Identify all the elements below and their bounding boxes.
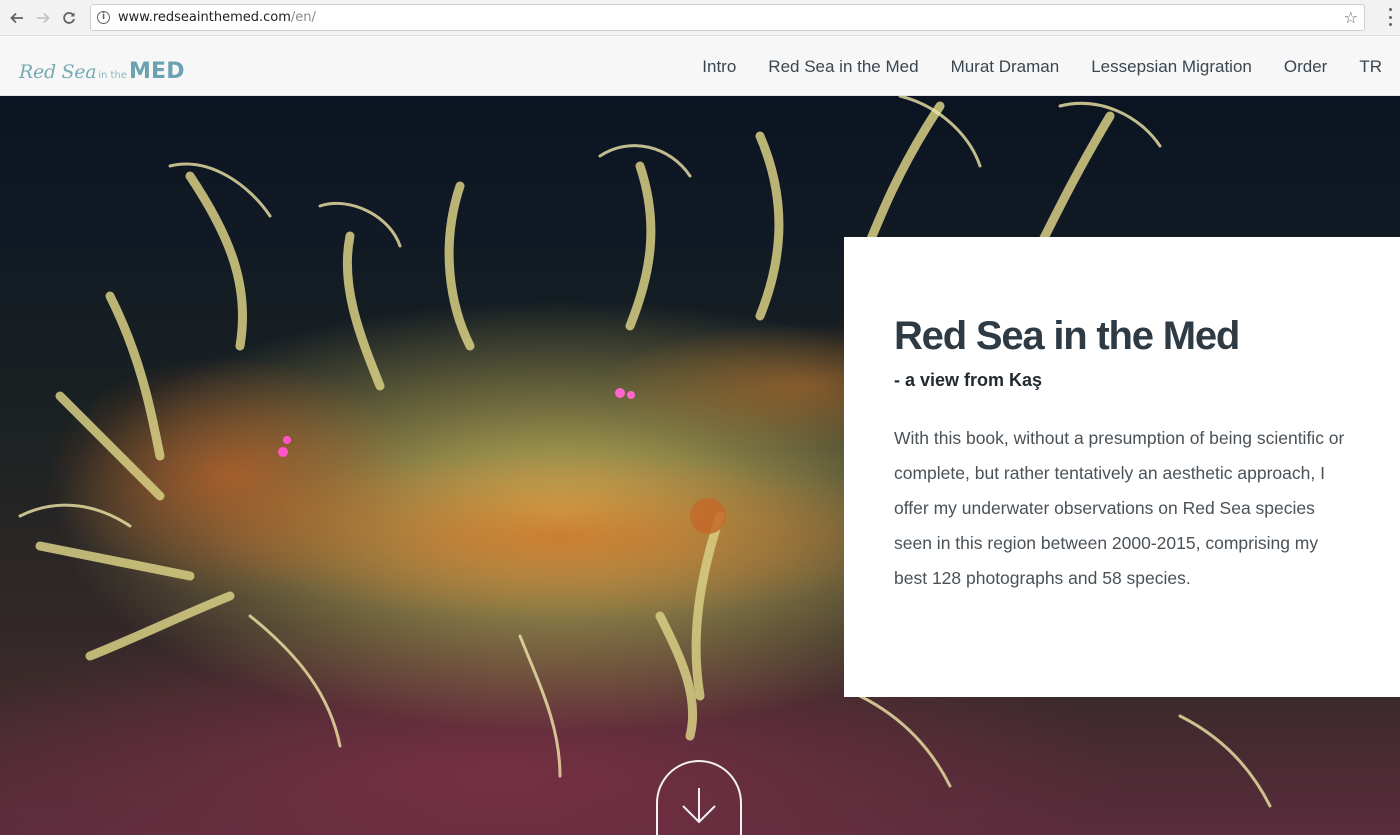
logo-red-sea: Red Sea: [19, 61, 97, 83]
forward-icon[interactable]: [32, 7, 54, 29]
nav-item-murat-draman[interactable]: Murat Draman: [951, 57, 1060, 77]
bookmark-star-icon[interactable]: ☆: [1344, 8, 1358, 27]
browser-menu-icon[interactable]: [1388, 8, 1392, 26]
back-icon[interactable]: [6, 7, 28, 29]
url-path: /en/: [290, 10, 316, 25]
site-logo[interactable]: Red Sea in theMED: [19, 59, 185, 84]
nav-item-red-sea-in-the-med[interactable]: Red Sea in the Med: [768, 57, 918, 77]
arrow-down-icon: [682, 788, 716, 824]
logo-in-the: in the: [98, 70, 127, 81]
hero-description: With this book, without a presumption of…: [894, 428, 1345, 588]
reload-icon[interactable]: [58, 7, 80, 29]
browser-toolbar: i www.redseainthemed.com/en/ ☆: [0, 0, 1400, 36]
hero-subtitle: - a view from Kaş: [894, 370, 1043, 390]
main-nav: Intro Red Sea in the Med Murat Draman Le…: [702, 37, 1400, 96]
site-header: Red Sea in theMED Intro Red Sea in the Me…: [0, 37, 1400, 96]
nav-item-order[interactable]: Order: [1284, 57, 1327, 77]
info-icon[interactable]: i: [97, 11, 110, 24]
nav-item-intro[interactable]: Intro: [702, 57, 736, 77]
intro-card: Red Sea in the Med - a view from Kaş Wit…: [844, 237, 1400, 697]
nav-item-lessepsian-migration[interactable]: Lessepsian Migration: [1091, 57, 1252, 77]
url-host: www.redseainthemed.com: [118, 10, 291, 25]
address-bar[interactable]: i www.redseainthemed.com/en/ ☆: [90, 4, 1365, 31]
nav-item-language-tr[interactable]: TR: [1359, 57, 1382, 77]
hero-section: Red Sea in the Med - a view from Kaş Wit…: [0, 96, 1400, 835]
logo-med: MED: [128, 59, 185, 84]
hero-title: Red Sea in the Med: [894, 314, 1240, 358]
